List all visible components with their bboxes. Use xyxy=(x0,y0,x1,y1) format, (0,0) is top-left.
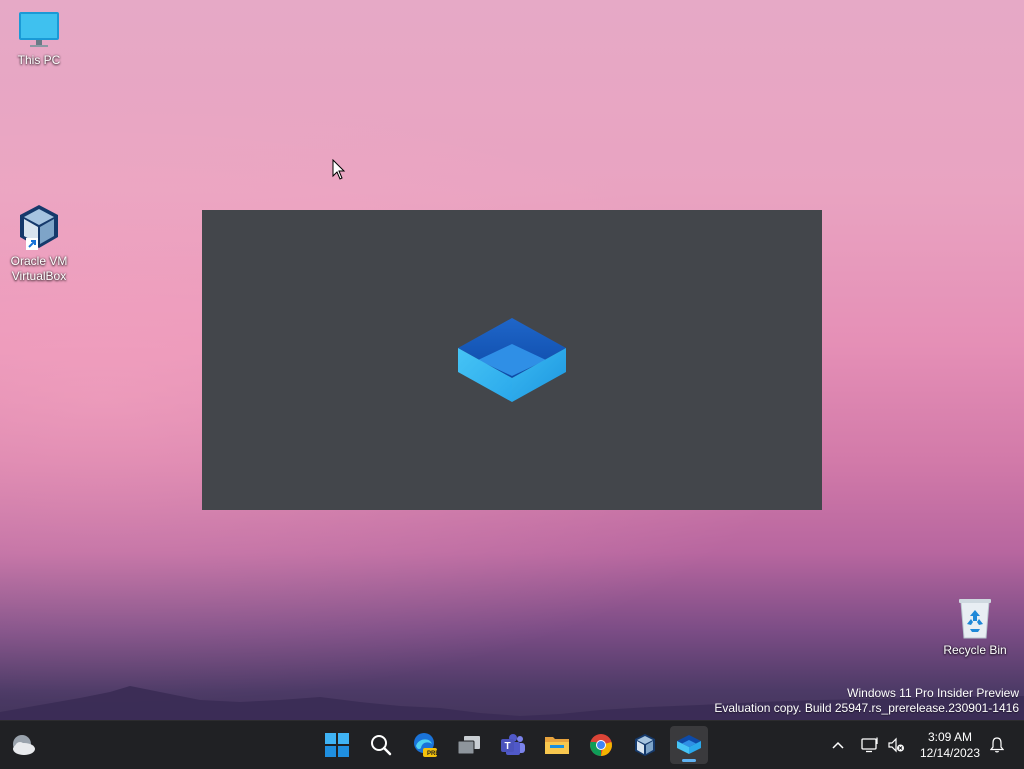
clock-date: 12/14/2023 xyxy=(919,746,981,760)
sandbox-splash-window xyxy=(202,210,822,510)
evaluation-watermark: Windows 11 Pro Insider Preview Evaluatio… xyxy=(714,686,1019,716)
task-view-button[interactable] xyxy=(450,726,488,764)
desktop-icon-label: Oracle VM VirtualBox xyxy=(10,254,68,283)
sandbox-icon xyxy=(677,735,701,754)
search-button[interactable] xyxy=(362,726,400,764)
clock-time: 3:09 AM xyxy=(927,730,973,744)
weather-cloud-icon[interactable] xyxy=(8,730,38,760)
recycle-bin-icon xyxy=(959,599,991,639)
virtualbox-taskbar-button[interactable] xyxy=(626,726,664,764)
teams-icon: T xyxy=(501,734,525,755)
virtualbox-icon xyxy=(20,205,58,250)
sandbox-logo-icon xyxy=(458,318,566,402)
chrome-button[interactable] xyxy=(582,726,620,764)
taskbar: PRE T 3:09 AM 12/14/2023 xyxy=(0,720,1024,769)
notifications-button[interactable] xyxy=(986,721,1008,769)
monitor-icon xyxy=(19,12,59,47)
teams-button[interactable]: T xyxy=(494,726,532,764)
search-icon xyxy=(371,735,392,756)
taskbar-clock[interactable]: 3:09 AM 12/14/2023 xyxy=(912,729,988,761)
task-view-icon xyxy=(457,736,480,755)
tray-overflow-button[interactable] xyxy=(828,721,848,769)
active-indicator xyxy=(682,759,696,762)
chevron-up-icon xyxy=(832,741,844,749)
pre-badge: PRE xyxy=(427,751,440,757)
mouse-cursor-icon xyxy=(332,159,346,180)
edge-beta-button[interactable]: PRE xyxy=(406,726,444,764)
network-button[interactable] xyxy=(858,721,882,769)
watermark-line-1: Windows 11 Pro Insider Preview xyxy=(847,686,1019,700)
bell-icon xyxy=(990,737,1004,753)
windows-start-icon xyxy=(325,733,349,757)
volume-button[interactable] xyxy=(884,721,908,769)
virtualbox-icon xyxy=(635,734,655,756)
desktop-icon-label: This PC xyxy=(17,53,61,67)
volume-muted-icon xyxy=(888,737,904,753)
start-button[interactable] xyxy=(318,726,356,764)
file-explorer-button[interactable] xyxy=(538,726,576,764)
sandbox-taskbar-button[interactable] xyxy=(670,726,708,764)
desktop-icon-virtualbox[interactable]: Oracle VM VirtualBox xyxy=(3,203,75,284)
watermark-line-2: Evaluation copy. Build 25947.rs_prerelea… xyxy=(714,701,1019,715)
desktop-icon-this-pc[interactable]: This PC xyxy=(3,10,75,68)
file-explorer-icon xyxy=(545,737,569,754)
svg-text:T: T xyxy=(504,741,510,752)
desktop-icon-label: Recycle Bin xyxy=(943,643,1007,657)
desktop-icon-recycle-bin[interactable]: Recycle Bin xyxy=(939,596,1011,658)
network-icon xyxy=(861,737,878,753)
chrome-icon xyxy=(590,734,612,756)
